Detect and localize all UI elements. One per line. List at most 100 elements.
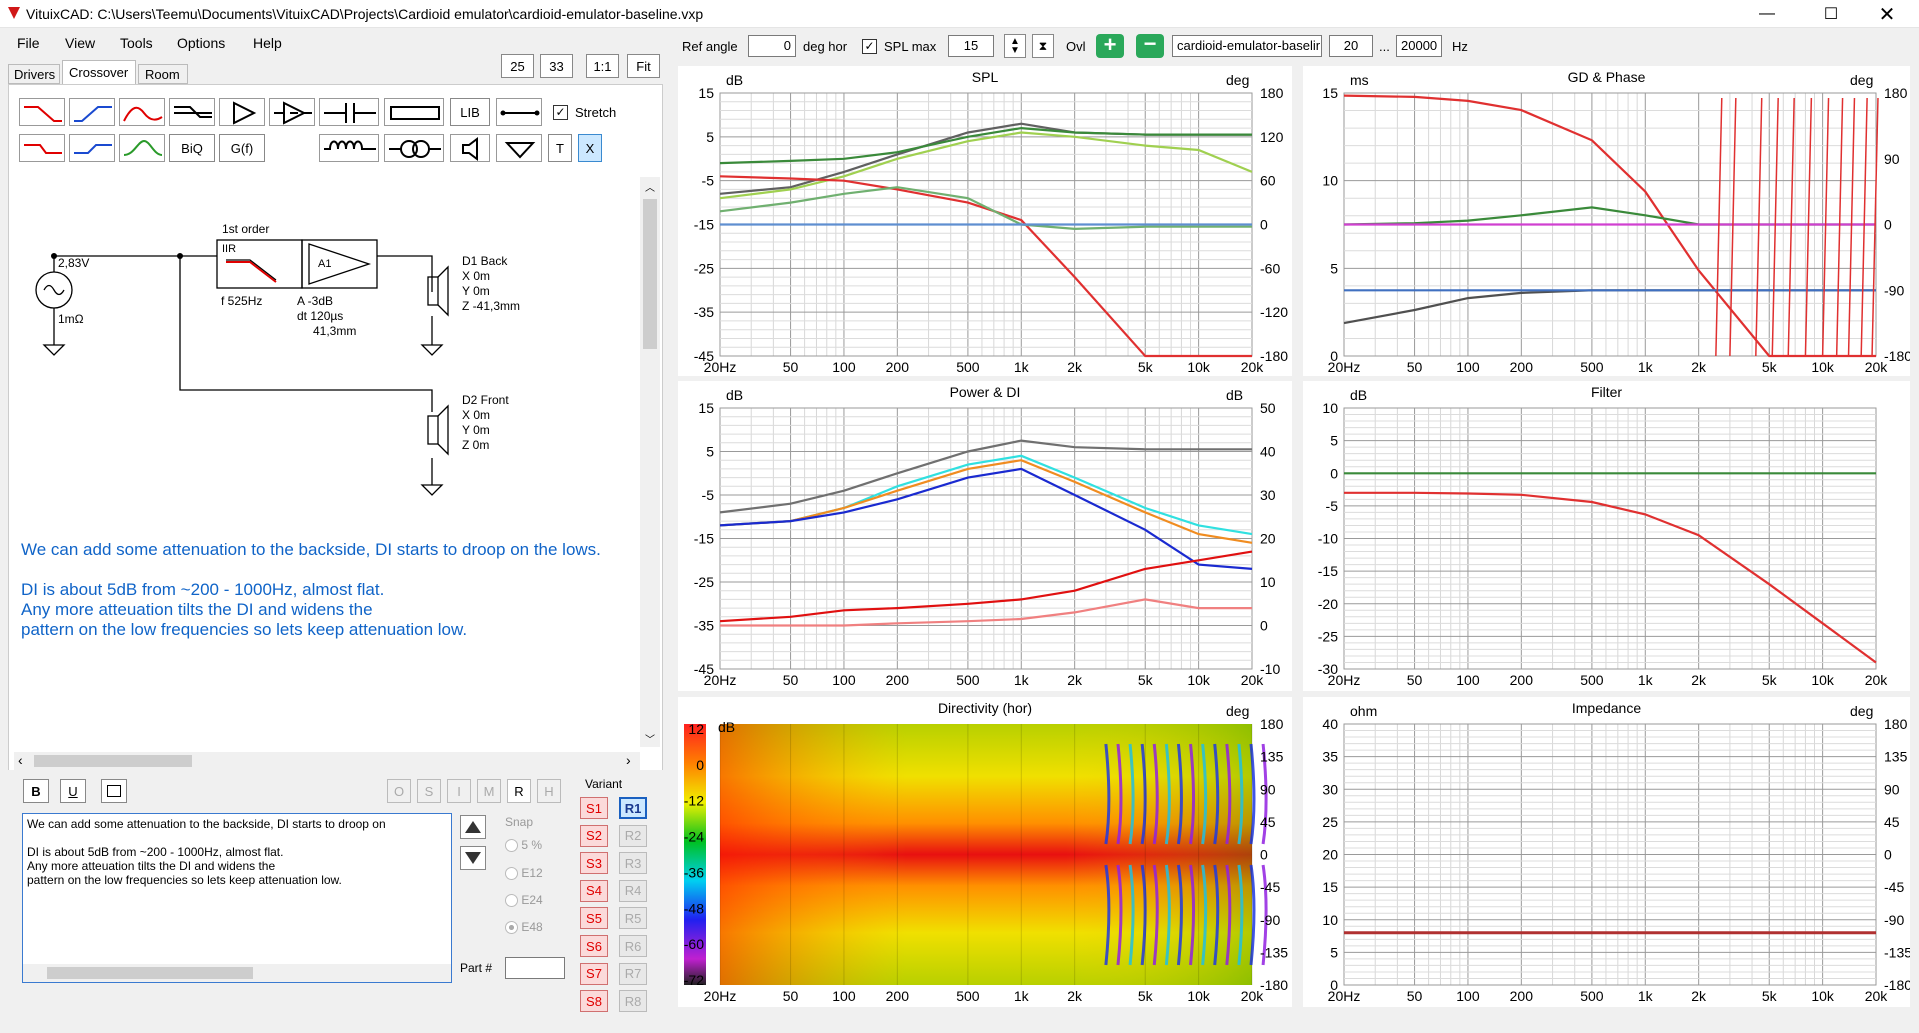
biquad-button[interactable]: BiQ <box>169 134 215 162</box>
move-down-button[interactable] <box>460 846 486 870</box>
tab-crossover[interactable]: Crossover <box>62 60 136 85</box>
style-s-button[interactable]: S <box>417 779 441 803</box>
scroll-left-icon[interactable]: ‹ <box>18 752 23 768</box>
scroll-right-icon[interactable]: › <box>626 752 631 768</box>
spl-max-checkbox[interactable]: ✓ <box>862 39 877 54</box>
scroll-up-icon[interactable]: ︿ <box>645 179 655 194</box>
dir-chart-panel[interactable]: Directivity (hor) deg 12 0 -12 -24 -36 -48 -60 -7… <box>678 697 1292 1007</box>
variant-r7-button[interactable]: R7 <box>619 962 647 985</box>
transfer-function-button[interactable]: G(f) <box>219 134 265 162</box>
transformer-tool-icon[interactable] <box>384 134 444 162</box>
resistor-tool-icon[interactable] <box>384 98 444 126</box>
lowpass-tool-icon[interactable] <box>19 98 65 126</box>
remove-overlay-button[interactable]: − <box>1136 33 1164 58</box>
spl-chart-panel[interactable]: SPL dB deg 15 5 -5 -15 -25 -35 -45 180 120 60 0 -60 -12… <box>678 66 1292 376</box>
close-button[interactable]: ✕ <box>1872 2 1902 26</box>
minimize-button[interactable]: — <box>1752 5 1782 23</box>
scroll-down-icon[interactable]: ﹀ <box>645 731 655 746</box>
editor-hscroll-thumb[interactable] <box>47 967 253 979</box>
variant-s4-button[interactable]: S4 <box>580 879 608 902</box>
highpass2-tool-icon[interactable] <box>69 134 115 162</box>
variant-s7-button[interactable]: S7 <box>580 962 608 985</box>
menu-tools[interactable]: Tools <box>120 35 153 51</box>
menu-view[interactable]: View <box>65 35 95 51</box>
variant-r8-button[interactable]: R8 <box>619 990 647 1013</box>
style-r-button[interactable]: R <box>507 779 531 803</box>
variant-r5-button[interactable]: R5 <box>619 907 647 930</box>
stretch-checkbox[interactable]: ✓ <box>553 105 568 120</box>
maximize-button[interactable]: ☐ <box>1816 4 1846 23</box>
zoom-33-button[interactable]: 33 <box>540 54 573 78</box>
schematic-vscrollbar[interactable]: ︿ ﹀ <box>640 177 660 747</box>
filter-chart-panel[interactable]: Filter dB 10 5 0 -5 -10 -15 -20 -25 -30 20Hz 50 100 20… <box>1303 381 1910 691</box>
delete-tool-button[interactable]: X <box>578 134 602 162</box>
ref-angle-input[interactable]: 0 <box>748 35 796 57</box>
spl-auto-button[interactable]: ⧗ <box>1032 34 1054 58</box>
lowpass2-tool-icon[interactable] <box>19 134 65 162</box>
speaker-tool-icon[interactable] <box>450 134 490 162</box>
variant-s6-button[interactable]: S6 <box>580 935 608 957</box>
variant-s1-button[interactable]: S1 <box>580 797 608 819</box>
amplifier-tool-icon[interactable] <box>219 98 265 126</box>
snap-option-e24[interactable]: E24 <box>505 893 543 908</box>
bold-button[interactable]: B <box>23 779 49 803</box>
frame-button[interactable] <box>101 779 127 803</box>
gd-chart-panel[interactable]: GD & Phase ms deg 15 10 5 0 180 90 0 -90 -180 20Hz 50… <box>1303 66 1912 376</box>
part-number-input[interactable] <box>505 957 565 979</box>
tab-room[interactable]: Room <box>138 64 188 84</box>
snap-option-e12[interactable]: E12 <box>505 866 543 881</box>
peak-tool-icon[interactable] <box>119 134 165 162</box>
wire-tool-icon[interactable] <box>496 98 542 126</box>
freq-min-input[interactable]: 20 <box>1329 35 1373 57</box>
style-o-button[interactable]: O <box>387 779 411 803</box>
bandpass-tool-icon[interactable] <box>119 98 165 126</box>
menu-file[interactable]: File <box>17 35 40 51</box>
variant-s3-button[interactable]: S3 <box>580 852 608 875</box>
text-tool-button[interactable]: T <box>548 134 572 162</box>
zoom-1to1-button[interactable]: 1:1 <box>586 54 619 78</box>
variant-r6-button[interactable]: R6 <box>619 935 647 957</box>
underline-button[interactable]: U <box>60 779 86 803</box>
variant-r3-button[interactable]: R3 <box>619 852 647 875</box>
style-m-button[interactable]: M <box>477 779 501 803</box>
schematic-canvas[interactable] <box>14 180 634 500</box>
menu-help[interactable]: Help <box>253 35 282 51</box>
zoom-25-button[interactable]: 25 <box>501 54 534 78</box>
style-h-button[interactable]: H <box>537 779 561 803</box>
zoom-fit-button[interactable]: Fit <box>627 54 660 78</box>
spl-spinner-button[interactable]: ▲ ▼ <box>1004 34 1026 58</box>
note-editor[interactable]: We can add some attenuation to the backs… <box>22 813 452 983</box>
style-i-button[interactable]: I <box>447 779 471 803</box>
capacitor-tool-icon[interactable] <box>319 98 379 126</box>
variant-r1-button[interactable]: R1 <box>619 797 647 819</box>
editor-hscroll[interactable] <box>23 964 451 982</box>
vscroll-thumb[interactable] <box>643 199 657 349</box>
highpass-tool-icon[interactable] <box>69 98 115 126</box>
spl-max-input[interactable]: 15 <box>948 35 994 57</box>
driver-d1-labels[interactable]: D1 Back X 0m Y 0m Z -41,3mm <box>462 254 520 314</box>
move-up-button[interactable] <box>460 815 486 839</box>
variant-s2-button[interactable]: S2 <box>580 824 608 847</box>
schematic-hscrollbar[interactable]: ‹ › <box>14 752 640 770</box>
driver-d2-labels[interactable]: D2 Front X 0m Y 0m Z 0m <box>462 393 509 453</box>
variant-s5-button[interactable]: S5 <box>580 907 608 930</box>
imp-chart-panel[interactable]: Impedance ohm deg 40 35 30 25 20 15 10 5 0 180 135 90 4… <box>1303 697 1912 1007</box>
power-chart-panel[interactable]: Power & DI dB dB 15 5 -5 -15 -25 -35 -45 50 40 30 20 1… <box>678 381 1292 691</box>
buffer-tool-icon[interactable] <box>269 98 315 126</box>
add-overlay-button[interactable]: + <box>1096 34 1124 58</box>
shelf-tool-icon[interactable] <box>169 98 215 126</box>
freq-max-input[interactable]: 20000 <box>1396 35 1442 57</box>
snap-option-e48[interactable]: E48 <box>505 920 543 935</box>
variant-s8-button[interactable]: S8 <box>580 990 608 1013</box>
variant-r4-button[interactable]: R4 <box>619 879 647 902</box>
overlay-name-input[interactable]: cardioid-emulator-baselir <box>1172 35 1322 57</box>
inductor-tool-icon[interactable] <box>319 134 379 162</box>
library-button[interactable]: LIB <box>450 98 490 126</box>
tab-drivers[interactable]: Drivers <box>8 64 60 84</box>
ground-tool-icon[interactable] <box>496 134 542 162</box>
variant-r2-button[interactable]: R2 <box>619 824 647 847</box>
menu-options[interactable]: Options <box>177 35 225 51</box>
hscroll-thumb[interactable] <box>34 755 192 767</box>
snap-option-5pct[interactable]: 5 % <box>505 838 542 853</box>
spl-right-tick: 0 <box>1260 217 1268 233</box>
